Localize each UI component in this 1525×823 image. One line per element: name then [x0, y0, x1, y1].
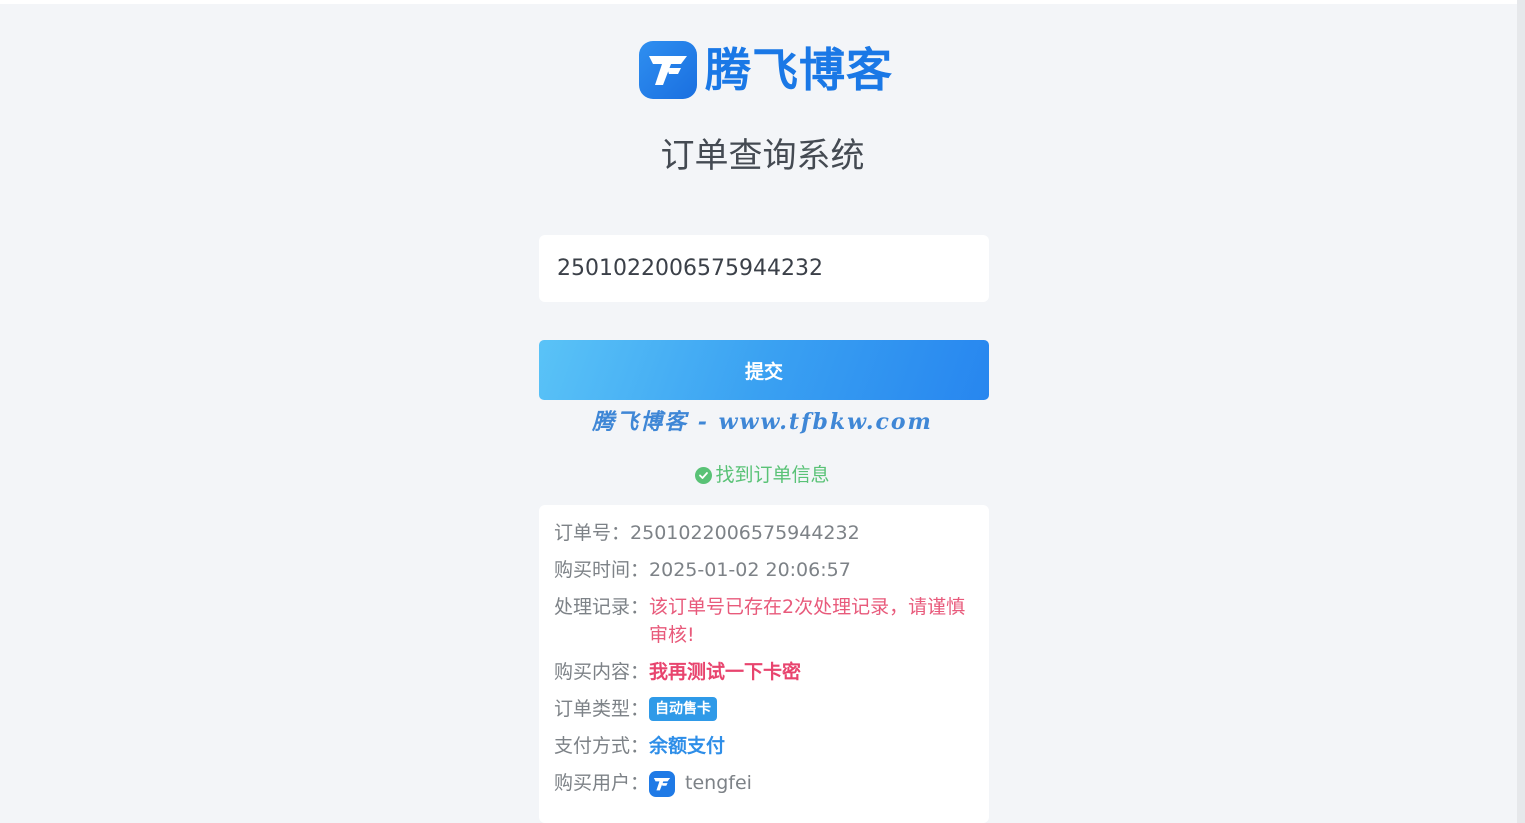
order-type-badge: 自动售卡 — [649, 697, 718, 721]
tf-logo-icon — [639, 41, 697, 99]
purchase-content-value: 我再测试一下卡密 — [649, 661, 802, 683]
process-record-row: 处理记录： 该订单号已存在2次处理记录，请谨慎审核! — [554, 593, 974, 649]
payment-method-value: 余额支付 — [649, 735, 726, 757]
process-record-value: 该订单号已存在2次处理记录，请谨慎审核! — [649, 596, 966, 646]
status-message: 找到订单信息 — [0, 460, 1525, 490]
purchase-user-value: tengfei — [649, 769, 752, 797]
order-result-card: 订单号： 2501022006575944232 购买时间： 2025-01-0… — [539, 505, 989, 823]
payment-method-row: 支付方式： 余额支付 — [554, 732, 974, 760]
purchase-content-label: 购买内容： — [554, 661, 650, 683]
order-type-row: 订单类型： 自动售卡 — [554, 695, 974, 723]
order-number-input[interactable] — [539, 235, 989, 302]
purchase-time-row: 购买时间： 2025-01-02 20:06:57 — [554, 556, 974, 584]
purchase-content-row: 购买内容： 我再测试一下卡密 — [554, 658, 974, 686]
purchase-user-name: tengfei — [685, 772, 752, 794]
page-title: 订单查询系统 — [660, 136, 865, 176]
purchase-user-row: 购买用户： tengfei — [554, 769, 974, 797]
purchase-time-value: 2025-01-02 20:06:57 — [649, 559, 851, 581]
payment-method-label: 支付方式： — [554, 735, 650, 757]
purchase-user-label: 购买用户： — [554, 772, 650, 794]
brand-name: 腾飞博客 — [705, 43, 893, 97]
order-type-label: 订单类型： — [554, 698, 650, 720]
submit-button[interactable]: 提交 — [539, 340, 989, 400]
process-record-label: 处理记录： — [554, 596, 650, 618]
site-watermark: 腾飞博客 - www.tfbkw.com — [592, 409, 933, 435]
user-avatar-icon — [649, 771, 676, 797]
order-number-row: 订单号： 2501022006575944232 — [554, 519, 974, 547]
brand-logo: 腾飞博客 — [639, 40, 893, 100]
check-circle-icon — [695, 466, 713, 484]
order-number-value: 2501022006575944232 — [630, 522, 860, 544]
status-text: 找到订单信息 — [715, 464, 830, 486]
order-number-label: 订单号： — [554, 522, 631, 544]
top-strip — [0, 0, 1525, 4]
purchase-time-label: 购买时间： — [554, 559, 650, 581]
